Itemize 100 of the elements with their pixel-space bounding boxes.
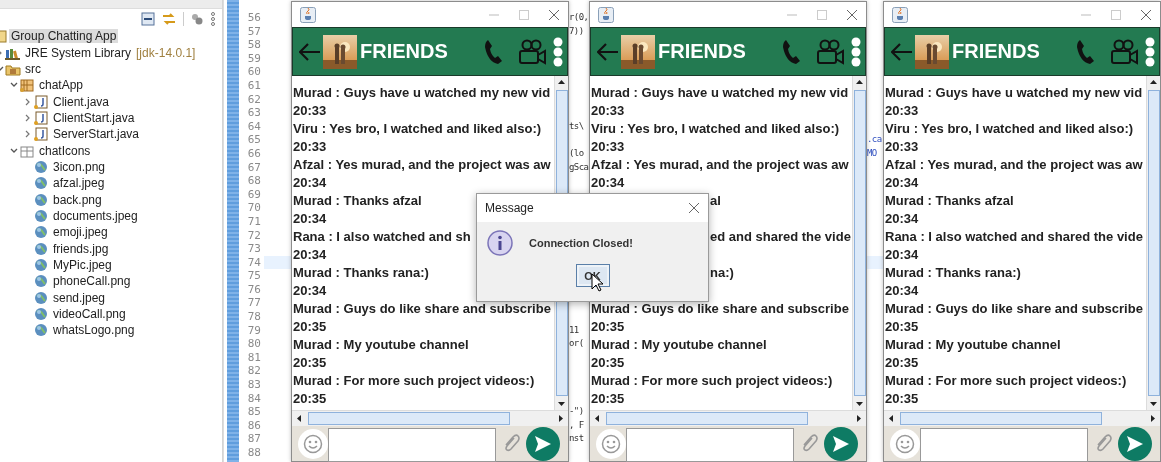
tree-item[interactable]: chatIcons [37,143,93,158]
tree-item-decoration: [jdk-14.0.1] [136,45,196,60]
tree-item[interactable]: MyPic.jpeg [51,258,114,272]
horizontal-scrollbar[interactable] [292,410,568,426]
message-text: 20:33 [885,138,919,156]
globe-icon [33,307,49,321]
globe-icon [33,159,49,174]
send-button[interactable] [1118,426,1152,461]
globe-icon [33,192,49,207]
phone-icon[interactable] [1075,38,1095,65]
emoji-button[interactable] [890,428,920,459]
tree-item[interactable]: emoji.jpeg [51,225,110,240]
line-number: 72 [246,228,262,243]
send-icon [534,434,552,453]
globe-icon [33,323,49,338]
more-options-icon[interactable] [1145,36,1155,67]
package-icon [19,78,35,93]
message-text: Afzal : Yes murad, and the project was aw [293,156,551,174]
scroll-right-icon[interactable] [556,414,566,423]
message-text: Murad : My youtube channel [591,336,767,354]
back-arrow-icon[interactable] [299,42,321,61]
tree-item[interactable]: send.jpeg [51,290,108,305]
scroll-left-icon[interactable] [886,414,896,423]
phone-icon[interactable] [483,38,503,65]
line-number: 66 [246,146,262,161]
line-number: 68 [246,174,262,188]
back-arrow-icon[interactable] [597,42,619,61]
message-text: Murad : My youtube channel [293,336,469,354]
tree-item[interactable]: ClientStart.java [51,110,137,125]
close-icon[interactable] [1140,8,1152,21]
message-text: 20:33 [591,138,625,156]
message-text: 20:35 [885,354,919,372]
message-text: Viru : Yes bro, I watched and liked also:) [885,120,1134,138]
code-text: .ca [867,133,883,147]
more-options-icon[interactable] [851,36,861,67]
tree-item[interactable]: Group Chatting App [9,29,119,44]
message-text: 20:33 [293,138,327,156]
scroll-left-icon[interactable] [592,414,602,423]
tree-item[interactable]: afzal.jpeg [51,176,107,191]
emoji-button[interactable] [298,428,328,459]
message-text: Murad : Guys do like share and subscribe [293,300,551,318]
globe-icon [33,208,49,223]
tree-item[interactable]: chatApp [37,78,86,93]
close-icon[interactable] [688,202,700,214]
line-number: 65 [246,133,262,147]
horizontal-scrollbar[interactable] [884,410,1160,426]
more-options-icon[interactable] [553,36,563,67]
tree-item[interactable]: Client.java [51,94,112,109]
send-button[interactable] [526,426,560,461]
message-text: 20:34 [293,210,327,228]
message-text: Murad : For more such project videos:) [885,372,1127,390]
paperclip-icon[interactable] [1094,433,1112,454]
paperclip-icon[interactable] [800,433,818,454]
line-number: 74 [246,255,262,270]
tree-item[interactable]: back.png [51,192,104,207]
video-camera-icon[interactable] [517,38,547,65]
line-number: 71 [246,214,262,229]
line-number: 84 [246,391,262,406]
tree-item[interactable]: 3icon.png [51,159,108,174]
close-icon[interactable] [548,8,560,21]
tree-item[interactable]: friends.jpg [51,241,111,256]
send-button[interactable] [824,426,858,461]
tree-item[interactable]: src [23,61,43,76]
message-input-field[interactable] [328,428,496,462]
collapse-all-icon[interactable] [141,11,155,26]
menu-icon[interactable] [210,11,216,26]
scroll-right-icon[interactable] [854,414,864,423]
code-text: or( [569,337,585,351]
message-input-field[interactable] [920,428,1088,462]
emoji-button[interactable] [596,428,626,459]
message-text: Murad : My youtube channel [885,336,1061,354]
tree-item[interactable]: videoCall.png [51,307,128,321]
scroll-left-icon[interactable] [294,414,304,423]
tree-item[interactable]: ServerStart.java [51,127,142,142]
message-input-field[interactable] [626,428,794,462]
message-text: Murad : Guys do like share and subscribe [591,300,849,318]
line-number: 56 [246,11,262,25]
tree-item[interactable]: JRE System Library [23,45,134,60]
close-icon[interactable] [846,8,858,21]
link-icon[interactable] [161,11,177,26]
dialog-message: Connection Closed! [529,237,633,249]
code-text: gSca [569,160,590,174]
horizontal-scrollbar[interactable] [590,410,866,426]
message-text: 20:34 [293,246,327,264]
line-number: 67 [246,160,262,175]
tree-item[interactable]: documents.jpeg [51,208,140,223]
vertical-scrollbar[interactable] [852,76,866,410]
paperclip-icon[interactable] [502,433,520,454]
vertical-scrollbar[interactable] [1146,76,1160,410]
app-icon [892,6,908,23]
tree-item[interactable]: whatsLogo.png [51,323,137,338]
chat-title: FRIENDS [658,40,747,63]
message-text: 20:35 [885,390,919,408]
tree-item[interactable]: phoneCall.png [51,274,133,289]
back-arrow-icon[interactable] [891,42,913,61]
phone-icon[interactable] [781,38,801,65]
scroll-right-icon[interactable] [1148,414,1158,423]
video-camera-icon[interactable] [1109,38,1139,65]
code-text: MO [867,146,878,160]
video-camera-icon[interactable] [815,38,845,65]
